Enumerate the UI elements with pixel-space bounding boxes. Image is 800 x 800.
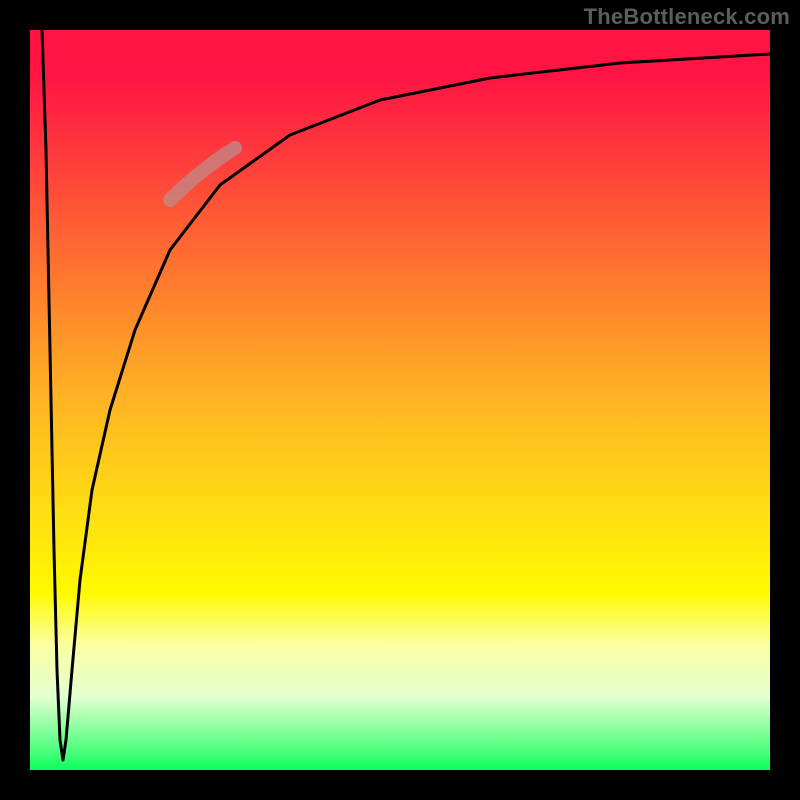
main-curve: [42, 30, 770, 760]
curve-layer: [30, 30, 770, 770]
plot-area: [30, 30, 770, 770]
highlight-segment: [170, 148, 235, 200]
watermark-text: TheBottleneck.com: [584, 4, 790, 30]
chart-stage: TheBottleneck.com: [0, 0, 800, 800]
